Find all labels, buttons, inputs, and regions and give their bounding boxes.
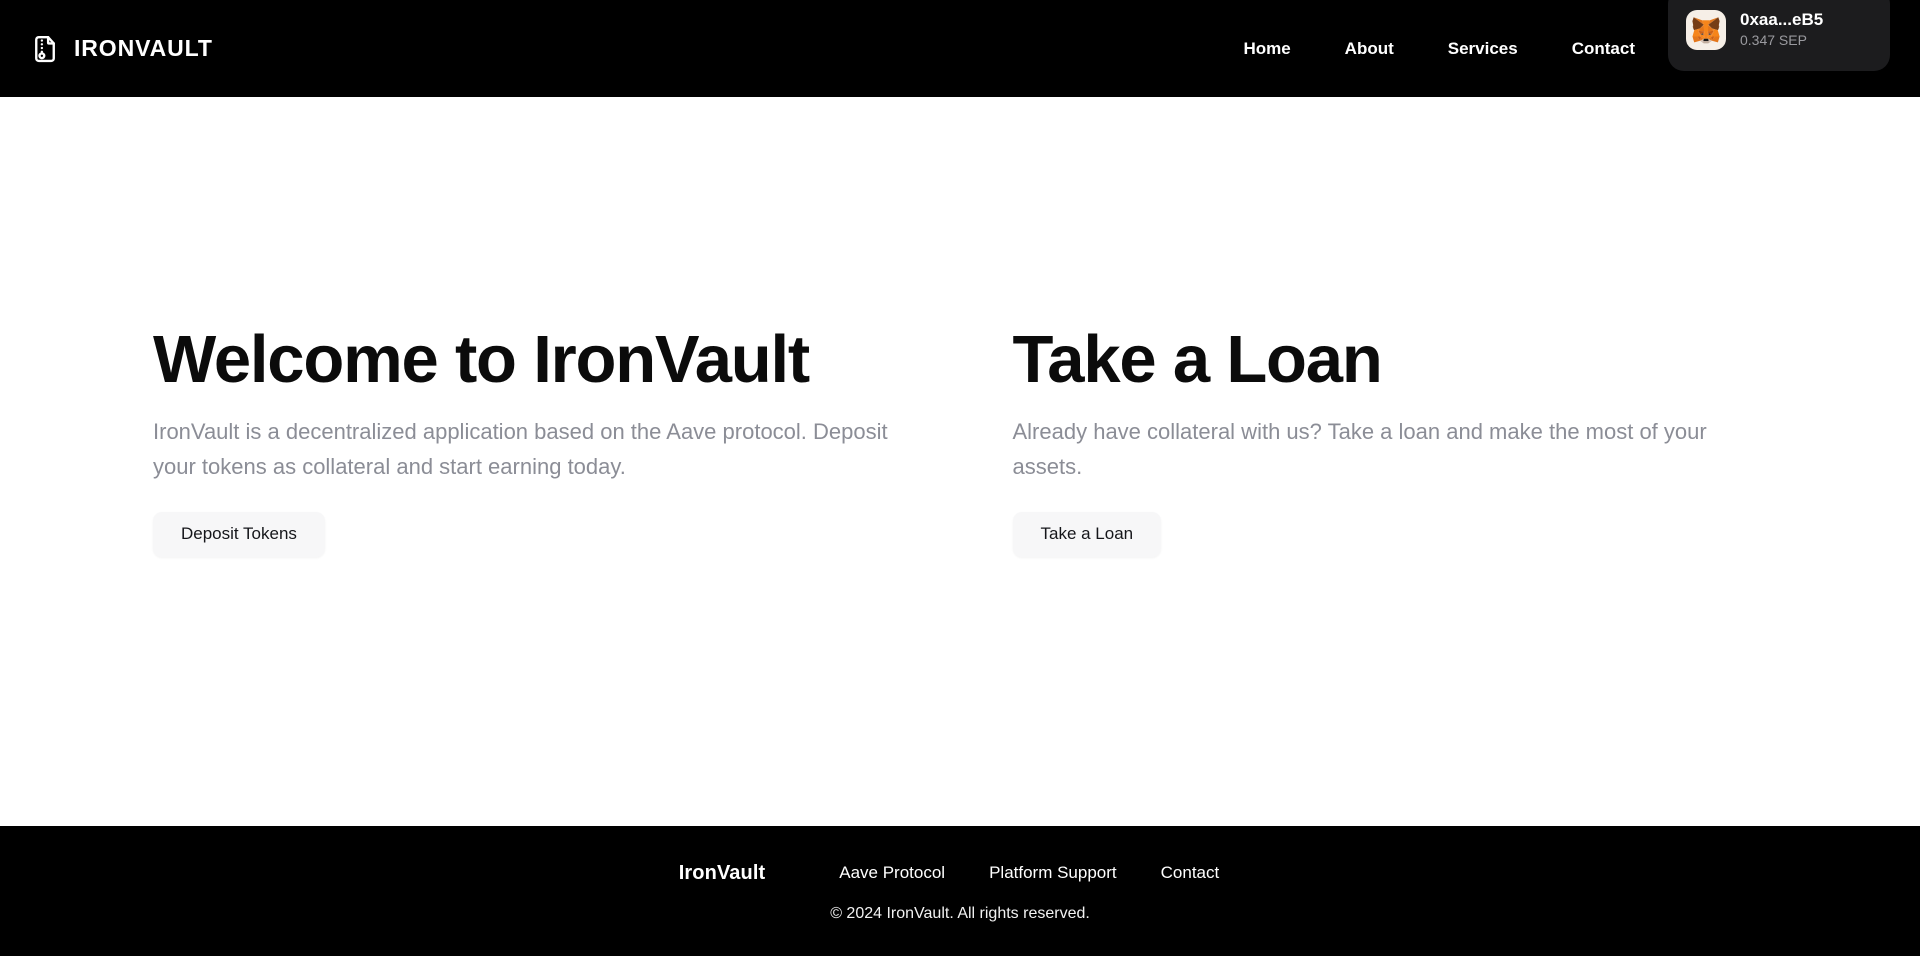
hero-description-loan: Already have collateral with us? Take a … (1012, 418, 1707, 480)
hero-description-welcome: IronVault is a decentralized application… (153, 418, 888, 480)
hero-grid: Welcome to IronVault IronVault is a dece… (0, 325, 1920, 557)
footer-links-row: IronVault Aave Protocol Platform Support… (679, 859, 1241, 887)
nav-link-services[interactable]: Services (1421, 32, 1545, 65)
take-a-loan-button[interactable]: Take a Loan (1012, 511, 1162, 557)
footer-link-platform-support[interactable]: Platform Support (967, 859, 1139, 887)
hero-panel-welcome: Welcome to IronVault IronVault is a dece… (153, 325, 962, 557)
wallet-address: 0xaa...eB5 (1740, 10, 1824, 30)
brand-name: IRONVAULT (74, 35, 213, 61)
file-archive-icon (30, 34, 60, 64)
footer-brand: IronVault (678, 861, 766, 884)
page-title: Welcome to IronVault (153, 322, 810, 397)
brand-logo[interactable]: IRONVAULT (30, 34, 213, 64)
nav-link-home[interactable]: Home (1216, 32, 1317, 65)
main-content: Welcome to IronVault IronVault is a dece… (0, 97, 1920, 826)
wallet-card[interactable]: 0xaa...eB5 0.347 SEP (1668, 0, 1890, 71)
copyright-text: © 2024 IronVault. All rights reserved. (830, 905, 1090, 922)
loan-title: Take a Loan (1012, 322, 1383, 397)
wallet-info: 0xaa...eB5 0.347 SEP (1740, 11, 1823, 48)
wallet-balance: 0.347 SEP (1740, 32, 1807, 49)
deposit-tokens-button[interactable]: Deposit Tokens (153, 511, 325, 557)
site-footer: IronVault Aave Protocol Platform Support… (0, 826, 1920, 956)
app-root: IRONVAULT Home About Services Contact 0x… (0, 0, 1920, 956)
nav-link-about[interactable]: About (1318, 32, 1421, 65)
nav-link-contact[interactable]: Contact (1545, 32, 1662, 65)
site-header: IRONVAULT Home About Services Contact 0x… (0, 0, 1920, 97)
hero-panel-loan: Take a Loan Already have collateral with… (962, 325, 1771, 557)
metamask-fox-icon (1686, 9, 1726, 50)
footer-link-aave-protocol[interactable]: Aave Protocol (817, 859, 967, 887)
footer-link-contact[interactable]: Contact (1139, 859, 1242, 887)
